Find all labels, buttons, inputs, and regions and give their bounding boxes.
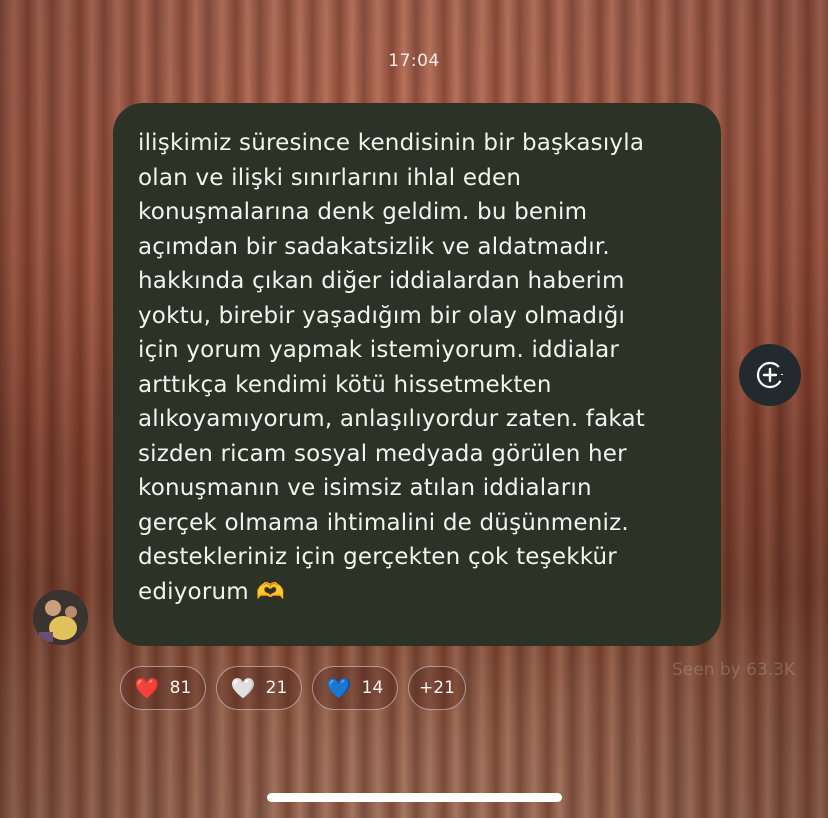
- avatar-photo: [33, 590, 88, 645]
- blue-heart-icon: 💙: [326, 676, 352, 700]
- message-text: ilişkimiz süresince kendisinin bir başka…: [138, 130, 646, 605]
- red-heart-icon: ❤️: [134, 676, 160, 700]
- status-time: 17:04: [388, 51, 440, 71]
- seen-count[interactable]: Seen by 63.3K: [672, 660, 795, 680]
- more-reactions-label: +21: [419, 678, 455, 698]
- more-reactions-button[interactable]: +21: [408, 666, 466, 710]
- reaction-blue-heart[interactable]: 💙 14: [312, 666, 398, 710]
- reaction-count: 21: [265, 678, 288, 698]
- reaction-white-heart[interactable]: 🤍 21: [216, 666, 302, 710]
- reaction-count: 14: [361, 678, 384, 698]
- add-circle-icon: [756, 361, 784, 389]
- reaction-red-heart[interactable]: ❤️ 81: [120, 666, 206, 710]
- message-bubble[interactable]: ilişkimiz süresince kendisinin bir başka…: [113, 103, 721, 646]
- white-heart-icon: 🤍: [230, 676, 256, 700]
- sender-avatar[interactable]: [33, 590, 88, 645]
- add-reaction-button[interactable]: [739, 344, 801, 406]
- reaction-bar: ❤️ 81 🤍 21 💙 14 +21: [120, 666, 466, 710]
- reaction-count: 81: [169, 678, 192, 698]
- home-indicator[interactable]: [267, 793, 562, 802]
